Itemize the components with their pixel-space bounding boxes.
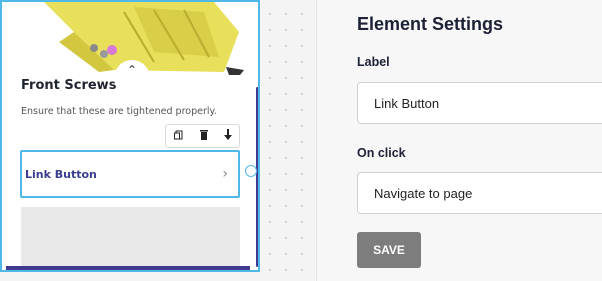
step-description: Ensure that these are tightened properly… [21,106,217,117]
resize-handle[interactable] [245,165,257,177]
link-button-label: Link Button [25,167,97,181]
step-title: Front Screws [21,78,117,93]
settings-panel: Element Settings Label Link Button On cl… [316,0,602,281]
bottom-bar [6,266,250,270]
label-field-title: Label [357,55,390,69]
chevron-up-icon: ⌃ [126,63,138,77]
onclick-select[interactable]: Navigate to page [357,172,602,214]
link-button[interactable]: Link Button › [20,150,240,198]
preview-card[interactable]: ⌃ Front Screws Ensure that these are tig… [0,0,260,272]
trash-icon[interactable] [199,129,209,143]
scrollbar[interactable] [256,87,258,267]
chevron-right-icon: › [222,166,228,182]
save-button[interactable]: SAVE [357,232,421,268]
panel-heading: Element Settings [357,14,504,34]
collapse-button[interactable]: ⌃ [114,60,150,96]
arrow-down-icon[interactable] [223,129,232,143]
element-toolbar [165,124,240,148]
onclick-field-title: On click [357,146,406,160]
copy-icon[interactable] [173,130,184,143]
placeholder-block [21,207,240,267]
label-input[interactable]: Link Button [357,82,602,124]
